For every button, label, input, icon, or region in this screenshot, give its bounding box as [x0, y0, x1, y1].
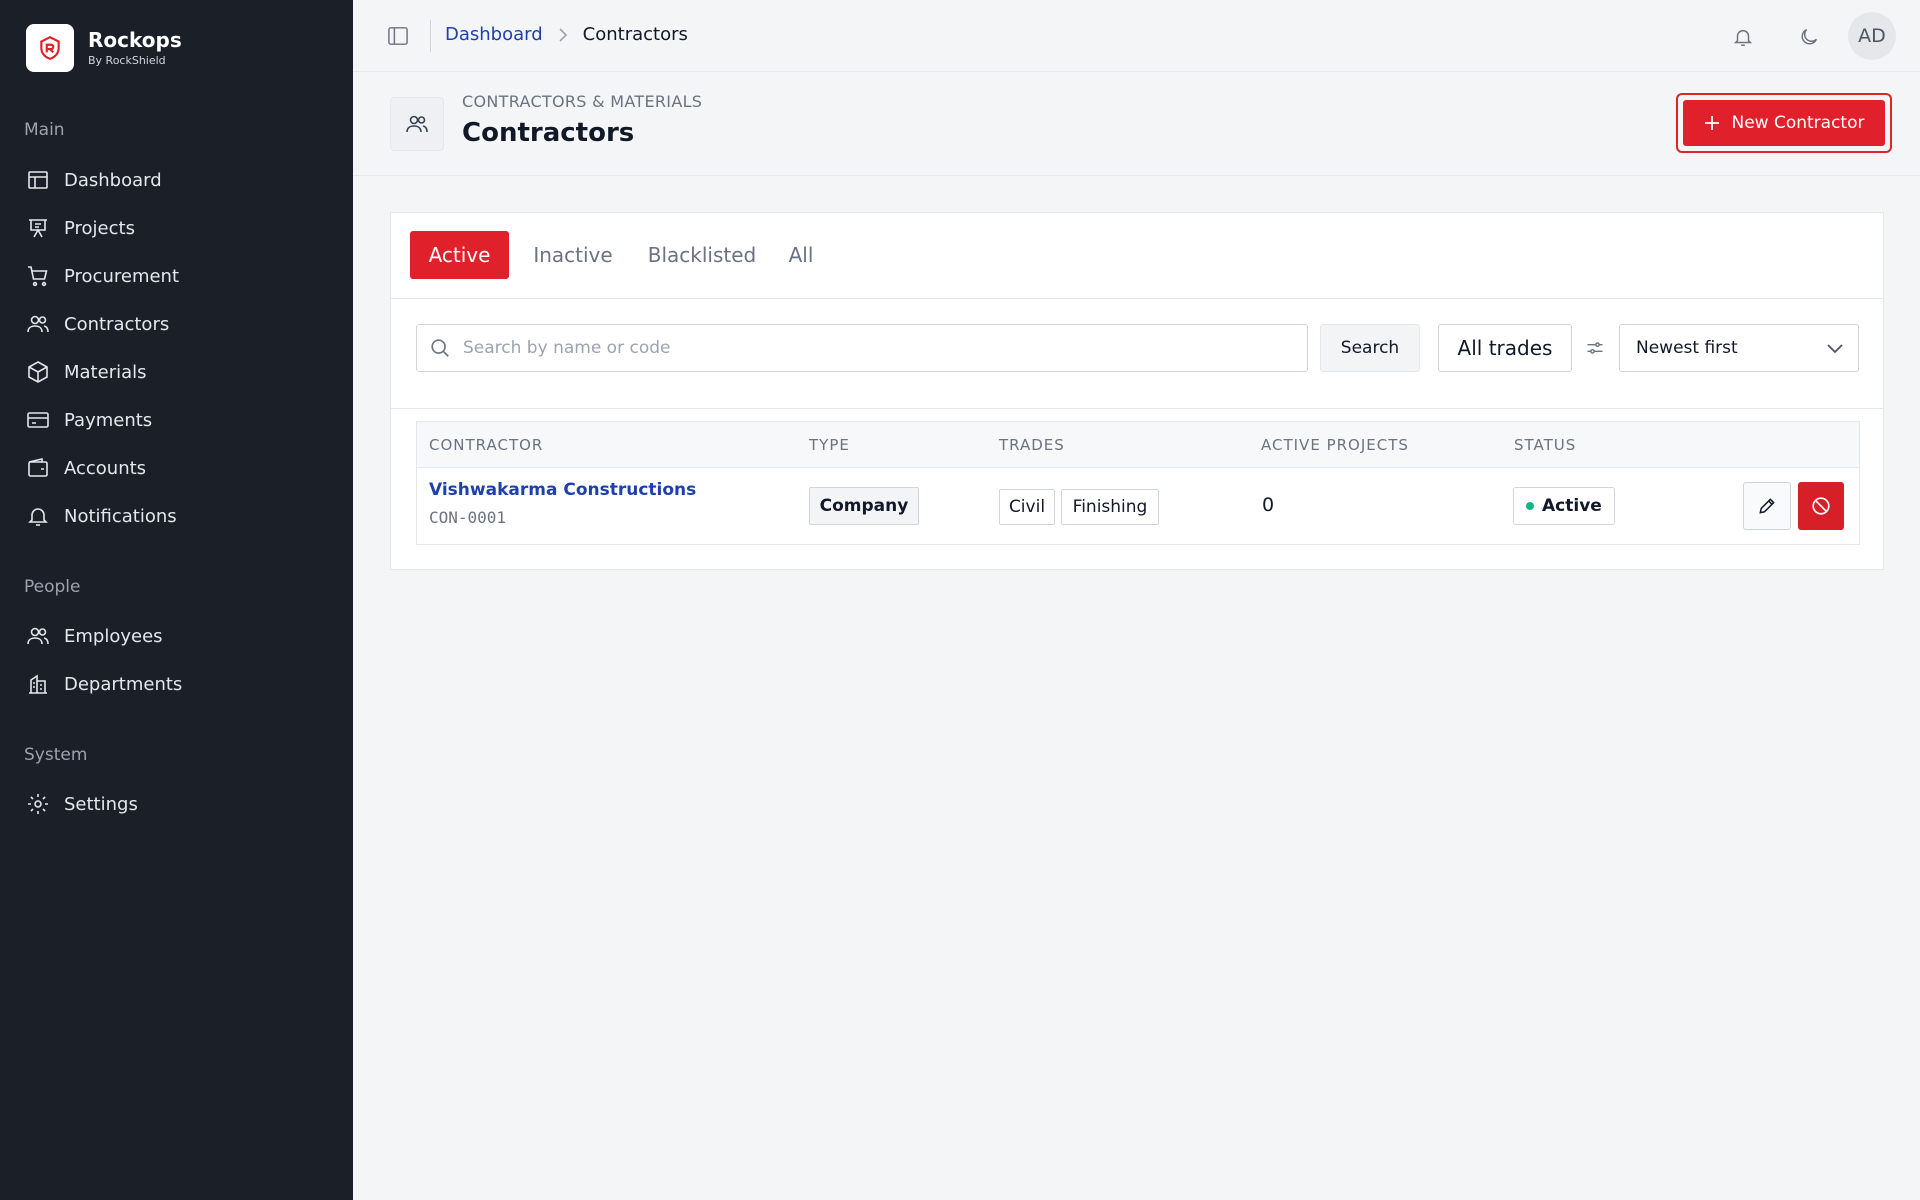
card-icon	[27, 412, 49, 428]
column-header-contractor[interactable]: CONTRACTOR	[429, 436, 543, 454]
column-header-type[interactable]: TYPE	[809, 436, 850, 454]
chevron-down-icon	[1827, 344, 1843, 354]
tab-inactive[interactable]: Inactive	[523, 231, 623, 279]
sidebar-item-procurement[interactable]: Procurement	[26, 258, 326, 294]
sidebar-item-payments[interactable]: Payments	[26, 402, 326, 438]
contractors-table: CONTRACTOR TYPE TRADES ACTIVE PROJECTS S…	[416, 421, 1860, 545]
contractors-icon	[390, 97, 444, 151]
contractors-card: Active Inactive Blacklisted All Search A…	[390, 212, 1884, 570]
sidebar-item-settings[interactable]: Settings	[26, 786, 326, 822]
sort-select[interactable]: Newest first	[1619, 324, 1859, 372]
active-projects-count: 0	[1262, 494, 1275, 516]
trades-select[interactable]: All trades	[1438, 324, 1572, 372]
sidebar-item-label: Employees	[64, 625, 163, 647]
page-title: Contractors	[462, 118, 635, 148]
new-contractor-button[interactable]: New Contractor	[1683, 100, 1885, 146]
status-badge: Active	[1513, 487, 1615, 525]
status-label: Active	[1542, 496, 1602, 516]
wallet-icon	[28, 457, 48, 477]
avatar[interactable]: AD	[1848, 12, 1896, 60]
users-icon	[27, 627, 49, 645]
sidebar-toggle-button[interactable]	[383, 22, 413, 50]
ban-icon	[1812, 497, 1830, 515]
search-box	[416, 324, 1308, 372]
sidebar-item-projects[interactable]: Projects	[26, 210, 326, 246]
bell-icon	[1733, 29, 1753, 46]
sidebar-item-label: Notifications	[64, 505, 177, 527]
sort-select-value: Newest first	[1636, 338, 1738, 358]
sidebar-item-label: Materials	[64, 361, 147, 383]
moon-icon	[1801, 28, 1818, 45]
nav-section-people: People	[24, 577, 81, 597]
box-icon	[28, 361, 48, 383]
gear-icon	[28, 794, 48, 814]
column-header-status[interactable]: STATUS	[1514, 436, 1576, 454]
table-row: Vishwakarma Constructions CON-0001 Compa…	[417, 468, 1859, 544]
trade-chip: Civil	[999, 489, 1055, 525]
column-header-active-projects[interactable]: ACTIVE PROJECTS	[1261, 436, 1409, 454]
sidebar-item-accounts[interactable]: Accounts	[26, 450, 326, 486]
bell-icon	[28, 508, 48, 526]
status-dot-icon	[1526, 502, 1534, 510]
sidebar-toggle-icon	[388, 27, 408, 45]
breadcrumb-dashboard-link[interactable]: Dashboard	[445, 24, 543, 45]
sidebar: Rockops By RockShield Main Dashboard Pro…	[0, 0, 353, 1200]
topbar-divider	[430, 20, 431, 52]
brand-name: Rockops	[88, 28, 182, 52]
breadcrumb-current: Contractors	[582, 24, 688, 45]
sidebar-item-label: Procurement	[64, 265, 180, 287]
sidebar-item-dashboard[interactable]: Dashboard	[26, 162, 326, 198]
sidebar-item-materials[interactable]: Materials	[26, 354, 326, 390]
projects-icon	[29, 219, 47, 238]
column-header-trades[interactable]: TRADES	[999, 436, 1065, 454]
blacklist-button[interactable]	[1798, 482, 1844, 530]
search-input[interactable]	[463, 338, 1283, 358]
nav-section-main: Main	[24, 120, 65, 140]
notifications-button[interactable]	[1728, 22, 1758, 52]
search-icon	[431, 339, 449, 357]
nav-section-system: System	[24, 745, 88, 765]
filter-settings-button[interactable]	[1582, 335, 1608, 361]
new-contractor-label: New Contractor	[1731, 113, 1865, 133]
sidebar-item-label: Dashboard	[64, 169, 162, 191]
table-header: CONTRACTOR TYPE TRADES ACTIVE PROJECTS S…	[417, 422, 1859, 468]
sidebar-item-departments[interactable]: Departments	[26, 666, 326, 702]
brand[interactable]: Rockops By RockShield	[26, 24, 182, 72]
pencil-icon	[1759, 498, 1775, 514]
page-eyebrow: CONTRACTORS & MATERIALS	[462, 92, 703, 111]
users-icon	[27, 315, 49, 333]
search-button[interactable]: Search	[1320, 324, 1420, 372]
status-tabs: Active Inactive Blacklisted All	[391, 213, 1883, 299]
sidebar-item-contractors[interactable]: Contractors	[26, 306, 326, 342]
topbar: Dashboard Contractors AD	[353, 0, 1920, 72]
tab-blacklisted[interactable]: Blacklisted	[637, 231, 767, 279]
sidebar-item-label: Departments	[64, 673, 183, 695]
sidebar-item-notifications[interactable]: Notifications	[26, 498, 326, 534]
sidebar-item-label: Contractors	[64, 313, 170, 335]
contractor-name-link[interactable]: Vishwakarma Constructions	[429, 480, 696, 500]
cart-icon	[28, 266, 48, 287]
sliders-icon	[1587, 342, 1603, 354]
type-chip: Company	[809, 487, 919, 525]
page-header: CONTRACTORS & MATERIALS Contractors New …	[353, 72, 1920, 176]
brand-subtitle: By RockShield	[88, 54, 166, 67]
trade-chip: Finishing	[1061, 489, 1159, 525]
edit-button[interactable]	[1743, 482, 1791, 530]
tab-all[interactable]: All	[781, 231, 821, 279]
dashboard-icon	[28, 171, 48, 189]
brand-logo-icon	[26, 24, 74, 72]
sidebar-item-label: Projects	[64, 217, 135, 239]
chevron-right-icon	[559, 27, 567, 42]
plus-icon	[1705, 116, 1720, 130]
contractor-code: CON-0001	[429, 508, 507, 527]
sidebar-item-employees[interactable]: Employees	[26, 618, 326, 654]
breadcrumb: Dashboard Contractors	[445, 24, 688, 45]
sidebar-item-label: Settings	[64, 793, 138, 815]
sidebar-item-label: Payments	[64, 409, 153, 431]
building-icon	[29, 674, 47, 694]
theme-toggle-button[interactable]	[1794, 22, 1824, 52]
tab-active[interactable]: Active	[410, 231, 509, 279]
sidebar-item-label: Accounts	[64, 457, 147, 479]
filter-row: Search All trades Newest first	[391, 299, 1883, 409]
